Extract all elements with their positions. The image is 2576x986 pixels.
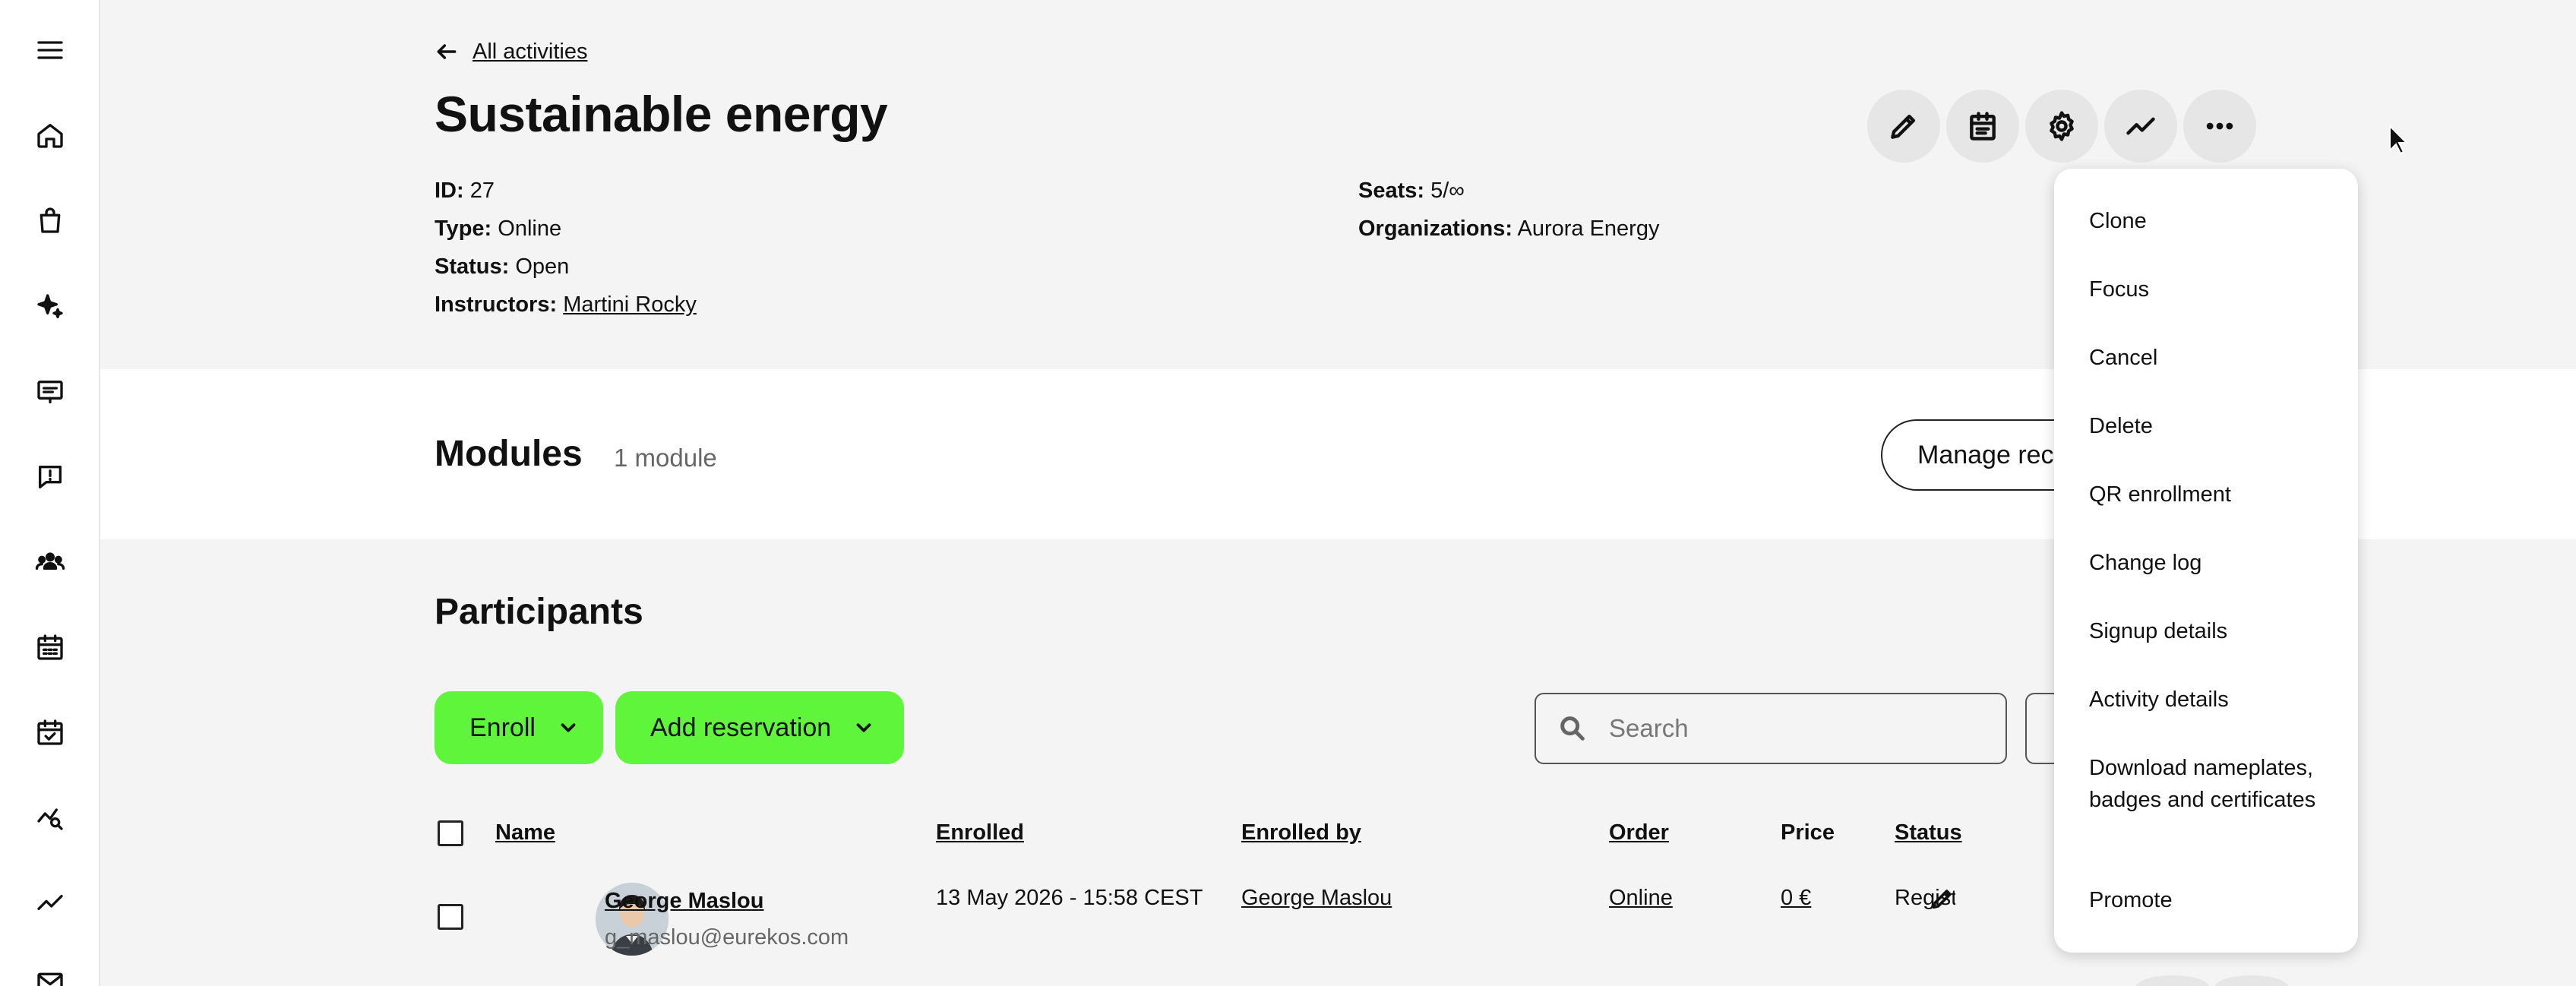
row-checkbox[interactable] xyxy=(438,904,463,930)
schedule-button[interactable] xyxy=(1946,90,2019,163)
add-reservation-button[interactable]: Add reservation xyxy=(615,691,904,764)
trend-icon[interactable] xyxy=(26,878,74,927)
mouse-cursor-icon xyxy=(2389,125,2408,155)
statistics-button[interactable] xyxy=(2104,90,2177,163)
participant-name-link[interactable]: George Maslou xyxy=(605,889,764,914)
enroll-button[interactable]: Enroll xyxy=(435,691,603,764)
calendar-icon xyxy=(1970,112,1996,141)
more-actions-menu: Clone Focus Cancel Delete QR enrollment … xyxy=(2054,169,2358,953)
menu-item-qr-enrollment[interactable]: QR enrollment xyxy=(2089,479,2335,510)
chevron-down-icon xyxy=(561,723,576,732)
enrolled-by-link[interactable]: George Maslou xyxy=(1241,886,1392,911)
activity-details-right: Seats: 5/∞ Organizations: Aurora Energy xyxy=(1358,172,1659,248)
participant-status: Registered xyxy=(1895,886,1955,910)
detail-seats: Seats: 5/∞ xyxy=(1358,179,1465,203)
participants-title: Participants xyxy=(435,592,643,632)
detail-type: Type: Online xyxy=(435,216,562,241)
calendar-check-icon[interactable] xyxy=(26,708,74,757)
row-action-button[interactable] xyxy=(2215,975,2288,986)
menu-item-cancel[interactable]: Cancel xyxy=(2089,342,2335,374)
modules-title: Modules xyxy=(435,434,583,474)
search-placeholder: Search xyxy=(1609,714,1689,742)
menu-item-promote[interactable]: Promote xyxy=(2089,884,2335,916)
detail-id: ID: 27 xyxy=(435,179,495,203)
gear-icon xyxy=(2050,111,2074,141)
menu-item-signup-details[interactable]: Signup details xyxy=(2089,615,2335,647)
modules-count: 1 module xyxy=(614,444,717,472)
page-title: Sustainable energy xyxy=(435,86,888,142)
menu-icon[interactable] xyxy=(26,26,74,74)
back-link[interactable]: All activities xyxy=(435,36,588,67)
menu-item-clone[interactable]: Clone xyxy=(2089,205,2335,237)
column-enrolled[interactable]: Enrolled xyxy=(936,820,1024,845)
menu-item-download-nameplates[interactable]: Download nameplates, badges and certific… xyxy=(2089,752,2335,816)
column-status[interactable]: Status xyxy=(1895,820,1962,845)
column-name[interactable]: Name xyxy=(495,820,555,845)
menu-item-focus[interactable]: Focus xyxy=(2089,273,2335,305)
arrow-left-icon xyxy=(437,44,457,59)
back-link-label: All activities xyxy=(473,39,588,64)
calendar-grid-icon[interactable] xyxy=(26,623,74,672)
detail-organizations: Organizations: Aurora Energy xyxy=(1358,216,1660,241)
chevron-down-icon xyxy=(856,723,871,732)
mail-icon[interactable] xyxy=(26,959,74,986)
users-icon[interactable] xyxy=(26,538,74,586)
main-content: All activities Sustainable energy ID: 27… xyxy=(100,0,2576,986)
home-icon[interactable] xyxy=(26,111,74,160)
settings-button[interactable] xyxy=(2025,90,2098,163)
participant-email: g_maslou@eurekos.com xyxy=(605,925,849,950)
select-all-checkbox[interactable] xyxy=(438,820,463,846)
feedback-icon[interactable] xyxy=(26,453,74,501)
shopping-bag-icon[interactable] xyxy=(26,196,74,245)
row-action-button[interactable] xyxy=(2136,975,2209,986)
menu-item-delete[interactable]: Delete xyxy=(2089,410,2335,442)
edit-button[interactable] xyxy=(1867,90,1940,163)
price-link[interactable]: 0 € xyxy=(1781,886,1811,911)
instructor-link[interactable]: Martini Rocky xyxy=(563,292,697,317)
order-link[interactable]: Online xyxy=(1609,886,1673,911)
column-enrolled-by[interactable]: Enrolled by xyxy=(1241,820,1361,845)
analytics-search-icon[interactable] xyxy=(26,793,74,842)
menu-item-activity-details[interactable]: Activity details xyxy=(2089,684,2335,716)
more-button[interactable] xyxy=(2183,90,2256,163)
search-icon xyxy=(1560,716,1585,741)
sparkles-icon[interactable] xyxy=(26,283,74,331)
menu-item-change-log[interactable]: Change log xyxy=(2089,547,2335,579)
detail-instructors: Instructors: Martini Rocky xyxy=(435,292,697,317)
trend-icon xyxy=(2126,117,2155,135)
presentation-icon[interactable] xyxy=(26,368,74,416)
enrolled-date: 13 May 2026 - 15:58 CEST xyxy=(936,886,1203,910)
add-reservation-button-label: Add reservation xyxy=(650,713,832,742)
enroll-button-label: Enroll xyxy=(469,713,536,742)
sidebar xyxy=(0,0,100,986)
detail-status: Status: Open xyxy=(435,254,570,279)
search-input[interactable]: Search xyxy=(1535,693,2007,764)
column-order[interactable]: Order xyxy=(1609,820,1669,845)
column-price: Price xyxy=(1781,820,1835,845)
activity-details-left: ID: 27 Type: Online Status: Open Instruc… xyxy=(435,172,697,324)
more-icon xyxy=(2206,122,2233,130)
pencil-icon xyxy=(1891,114,1916,139)
